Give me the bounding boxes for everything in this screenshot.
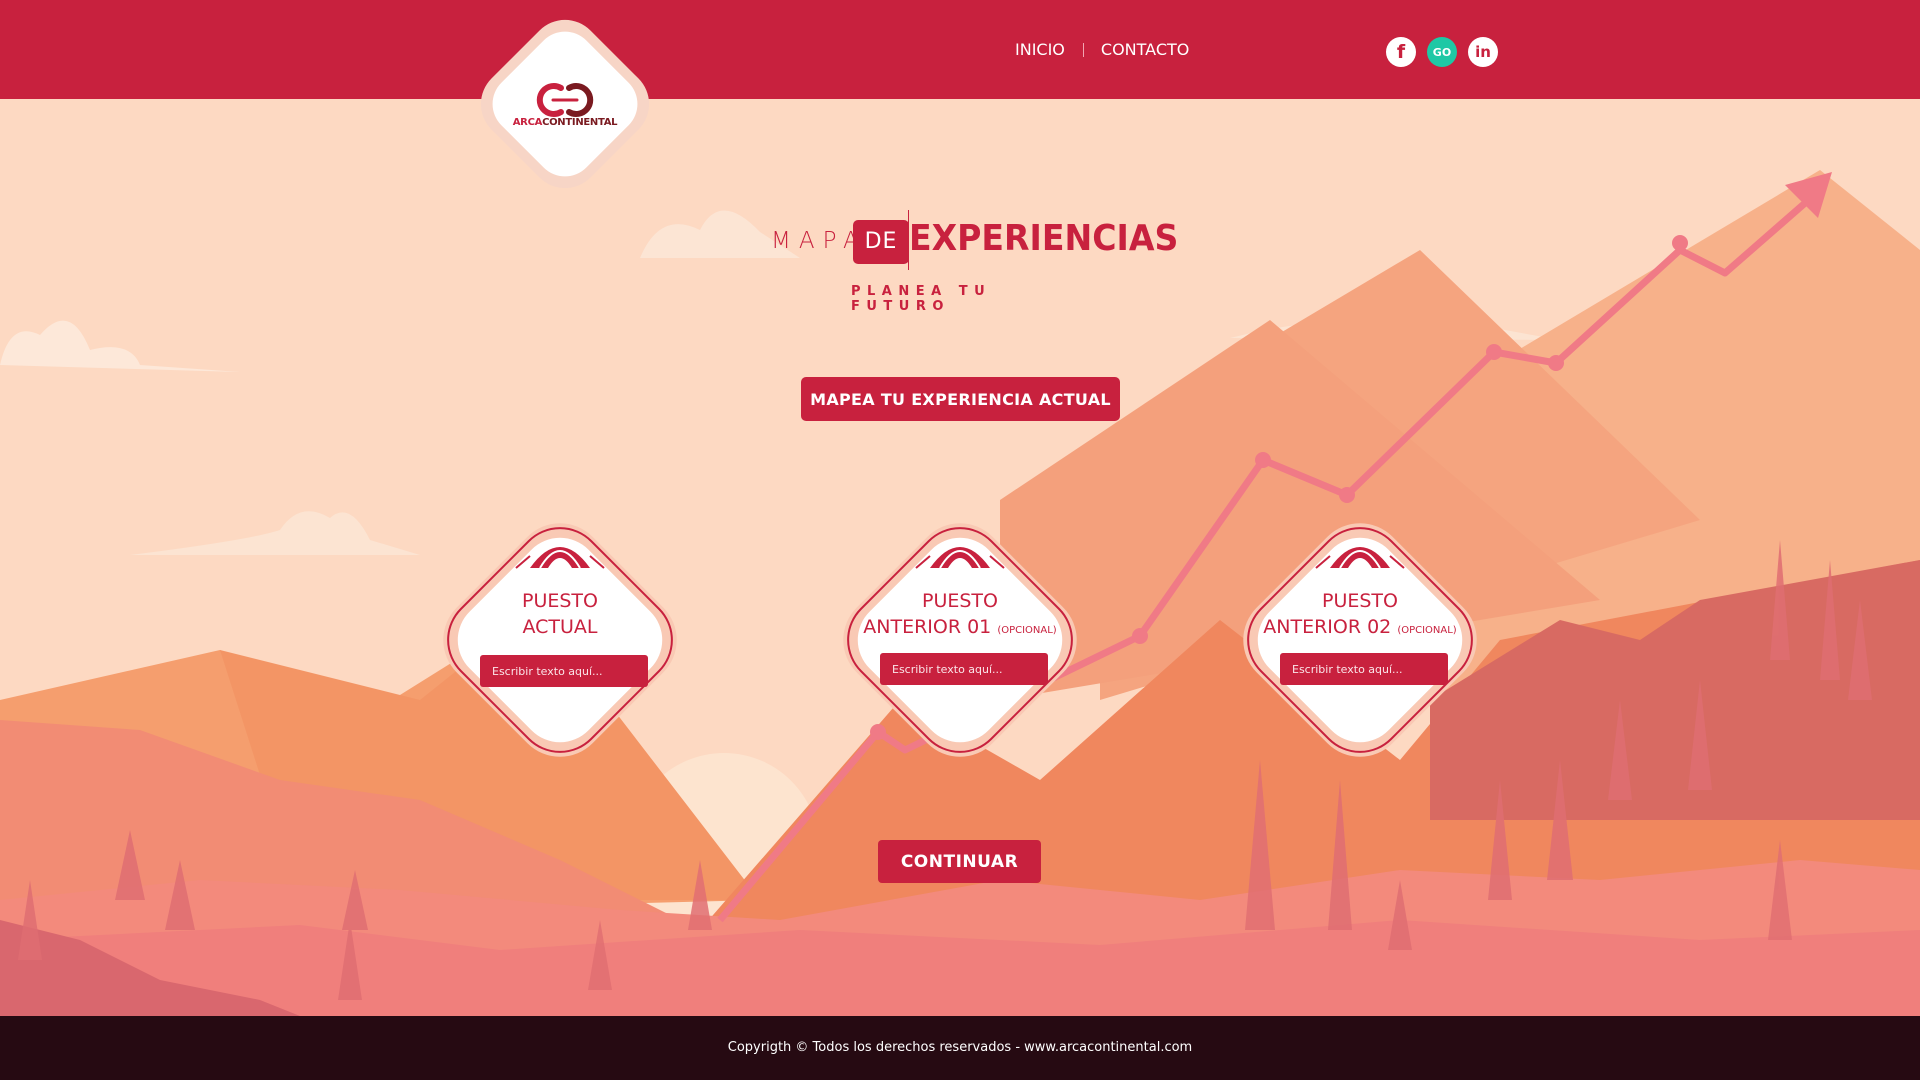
card-previous-position-01: PUESTO ANTERIOR 01 (OPCIONAL) — [814, 494, 1106, 786]
page-title: MAPA DE EXPERIENCIAS PLANEA TU FUTURO — [771, 208, 1178, 314]
card-title-line2: ACTUAL — [522, 616, 598, 638]
card-title-line2: ANTERIOR 02 — [1263, 616, 1392, 638]
footer-copyright: Copyrigth © Todos los derechos reservado… — [727, 1040, 1193, 1055]
facebook-icon[interactable]: f — [1386, 37, 1416, 67]
previous-position-02-input[interactable] — [1280, 653, 1448, 685]
card-title-line1: PUESTO — [922, 590, 998, 612]
card-title: PUESTO ANTERIOR 02 (OPCIONAL) — [1214, 588, 1506, 644]
page-subtitle: PLANEA TU FUTURO — [851, 284, 992, 314]
card-title: PUESTO ANTERIOR 01 (OPCIONAL) — [814, 588, 1106, 644]
logo-text-continental: CONTINENTAL — [542, 117, 618, 128]
card-optional-label: (OPCIONAL) — [1397, 625, 1457, 636]
card-title-line1: PUESTO — [1322, 590, 1398, 612]
card-title-line1: PUESTO — [522, 590, 598, 612]
logo-text-arca: ARCA — [512, 117, 543, 128]
nav-contacto[interactable]: CONTACTO — [1101, 40, 1189, 59]
tent-icon — [915, 547, 1005, 569]
card-optional-label: (OPCIONAL) — [997, 625, 1057, 636]
linkedin-icon[interactable]: in — [1468, 37, 1498, 67]
nav-divider — [1082, 42, 1084, 57]
title-experiencias: EXPERIENCIAS — [909, 218, 1179, 259]
card-title: PUESTO ACTUAL — [414, 588, 706, 640]
logo-text: ARCACONTINENTAL — [473, 117, 657, 128]
logo[interactable]: ARCACONTINENTAL — [473, 18, 657, 188]
tent-icon — [515, 547, 605, 569]
card-title-line2: ANTERIOR 01 — [863, 616, 992, 638]
card-previous-position-02: PUESTO ANTERIOR 02 (OPCIONAL) — [1214, 494, 1506, 786]
previous-position-01-input[interactable] — [880, 653, 1048, 685]
social-links: f GO in — [1386, 37, 1498, 67]
current-position-input[interactable] — [480, 655, 648, 687]
tent-icon — [1315, 547, 1405, 569]
logo-badge — [480, 19, 650, 188]
header-bar — [0, 0, 1920, 99]
top-nav: INICIO CONTACTO — [1015, 40, 1189, 59]
footer: Copyrigth © Todos los derechos reservado… — [0, 1016, 1920, 1080]
go-icon[interactable]: GO — [1427, 37, 1457, 67]
continue-button[interactable]: CONTINUAR — [878, 840, 1041, 883]
map-experience-button[interactable]: MAPEA TU EXPERIENCIA ACTUAL — [801, 377, 1120, 421]
nav-inicio[interactable]: INICIO — [1015, 40, 1065, 59]
card-current-position: PUESTO ACTUAL — [414, 494, 706, 786]
title-de: DE — [853, 220, 909, 264]
